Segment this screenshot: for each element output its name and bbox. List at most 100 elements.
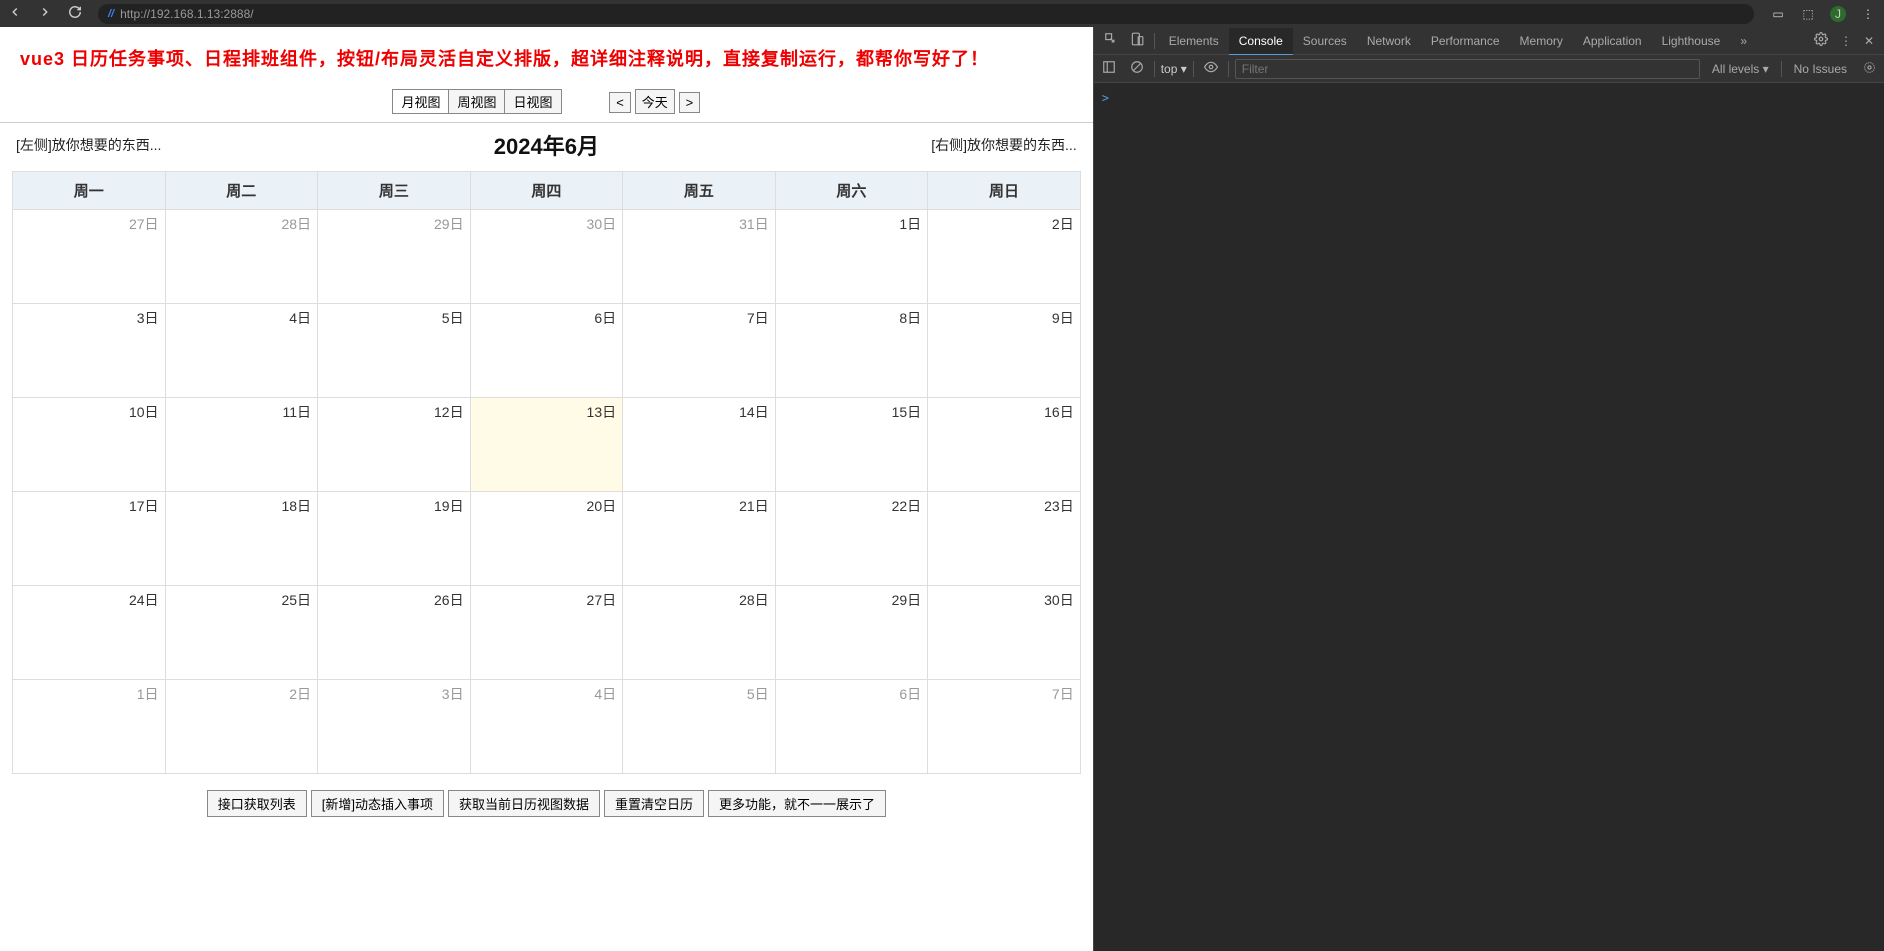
calendar-cell[interactable]: 14日 <box>623 398 776 492</box>
close-icon[interactable]: ✕ <box>1858 34 1880 48</box>
extensions-icon[interactable]: ⬚ <box>1800 6 1816 22</box>
calendar-cell[interactable]: 4日 <box>470 680 623 774</box>
day-number: 2日 <box>289 684 311 704</box>
action-button-2[interactable]: 获取当前日历视图数据 <box>448 790 600 817</box>
devtools-tab-network[interactable]: Network <box>1357 28 1421 54</box>
devtools-tab-console[interactable]: Console <box>1229 28 1293 56</box>
calendar-cell[interactable]: 6日 <box>775 680 928 774</box>
menu-icon[interactable]: ⋮ <box>1860 6 1876 22</box>
calendar-cell[interactable]: 27日 <box>13 210 166 304</box>
day-number: 1日 <box>899 214 921 234</box>
calendar-cell[interactable]: 20日 <box>470 492 623 586</box>
calendar-cell[interactable]: 28日 <box>165 210 318 304</box>
calendar-cell[interactable]: 30日 <box>470 210 623 304</box>
calendar-cell[interactable]: 15日 <box>775 398 928 492</box>
calendar-cell[interactable]: 3日 <box>318 680 471 774</box>
devtools-tab-sources[interactable]: Sources <box>1293 28 1357 54</box>
levels-dropdown[interactable]: All levels ▾ <box>1706 62 1775 76</box>
devtools-tabs: ElementsConsoleSourcesNetworkPerformance… <box>1094 27 1884 55</box>
calendar-cell[interactable]: 7日 <box>928 680 1081 774</box>
context-selector[interactable]: top ▾ <box>1161 62 1187 76</box>
calendar-cell[interactable]: 8日 <box>775 304 928 398</box>
day-number: 10日 <box>129 402 159 422</box>
view-tab-0[interactable]: 月视图 <box>392 89 449 114</box>
eye-icon[interactable] <box>1200 60 1222 77</box>
action-button-4[interactable]: 更多功能，就不一一展示了 <box>708 790 886 817</box>
calendar-cell[interactable]: 21日 <box>623 492 776 586</box>
calendar-cell[interactable]: 4日 <box>165 304 318 398</box>
view-tab-1[interactable]: 周视图 <box>449 89 505 114</box>
calendar-cell[interactable]: 24日 <box>13 586 166 680</box>
calendar-cell[interactable]: 25日 <box>165 586 318 680</box>
calendar-cell[interactable]: 11日 <box>165 398 318 492</box>
filter-input[interactable] <box>1235 59 1700 79</box>
action-button-0[interactable]: 接口获取列表 <box>207 790 307 817</box>
calendar-grid: 周一周二周三周四周五周六周日 27日28日29日30日31日1日2日3日4日5日… <box>12 171 1081 774</box>
calendar-cell[interactable]: 1日 <box>775 210 928 304</box>
nav-forward-icon[interactable] <box>38 5 52 22</box>
calendar-cell[interactable]: 29日 <box>775 586 928 680</box>
calendar-cell[interactable]: 27日 <box>470 586 623 680</box>
calendar-cell[interactable]: 19日 <box>318 492 471 586</box>
day-number: 22日 <box>892 496 922 516</box>
devtools-tab-performance[interactable]: Performance <box>1421 28 1510 54</box>
calendar-cell[interactable]: 18日 <box>165 492 318 586</box>
day-number: 16日 <box>1044 402 1074 422</box>
kebab-icon[interactable]: ⋮ <box>1834 34 1858 48</box>
calendar-cell[interactable]: 2日 <box>928 210 1081 304</box>
calendar-cell[interactable]: 31日 <box>623 210 776 304</box>
day-number: 29日 <box>892 590 922 610</box>
calendar-cell[interactable]: 28日 <box>623 586 776 680</box>
view-tab-2[interactable]: 日视图 <box>505 89 561 114</box>
console-settings-icon[interactable] <box>1859 61 1880 77</box>
day-number: 5日 <box>442 308 464 328</box>
weekday-header: 周五 <box>623 172 776 210</box>
day-number: 7日 <box>1052 684 1074 704</box>
devtools-more-tabs[interactable]: » <box>1730 28 1757 54</box>
settings-icon[interactable] <box>1808 32 1834 49</box>
calendar-cell[interactable]: 17日 <box>13 492 166 586</box>
calendar-cell[interactable]: 16日 <box>928 398 1081 492</box>
calendar-cell[interactable]: 13日 <box>470 398 623 492</box>
calendar-cell[interactable]: 30日 <box>928 586 1081 680</box>
cal-prev-button[interactable]: < <box>609 92 631 113</box>
cal-today-button[interactable]: 今天 <box>635 89 675 114</box>
day-number: 19日 <box>434 496 464 516</box>
calendar-cell[interactable]: 5日 <box>318 304 471 398</box>
cal-next-button[interactable]: > <box>679 92 701 113</box>
clear-console-icon[interactable] <box>1126 60 1148 77</box>
calendar-cell[interactable]: 26日 <box>318 586 471 680</box>
action-button-1[interactable]: [新增]动态插入事项 <box>311 790 444 817</box>
address-bar[interactable]: // http://192.168.1.13:2888/ <box>98 4 1754 24</box>
calendar-cell[interactable]: 22日 <box>775 492 928 586</box>
calendar-cell[interactable]: 2日 <box>165 680 318 774</box>
calendar-cell[interactable]: 1日 <box>13 680 166 774</box>
devtools-tab-memory[interactable]: Memory <box>1510 28 1573 54</box>
devtools-tab-elements[interactable]: Elements <box>1159 28 1229 54</box>
calendar-cell[interactable]: 10日 <box>13 398 166 492</box>
issues-button[interactable]: No Issues <box>1788 62 1853 76</box>
device-icon[interactable] <box>1124 32 1150 49</box>
reader-icon[interactable]: ▭ <box>1770 6 1786 22</box>
calendar-cell[interactable]: 5日 <box>623 680 776 774</box>
calendar-cell[interactable]: 29日 <box>318 210 471 304</box>
nav-back-icon[interactable] <box>8 5 22 22</box>
calendar-cell[interactable]: 23日 <box>928 492 1081 586</box>
sidebar-toggle-icon[interactable] <box>1098 60 1120 77</box>
calendar-cell[interactable]: 7日 <box>623 304 776 398</box>
inspect-icon[interactable] <box>1098 32 1124 49</box>
calendar-cell[interactable]: 6日 <box>470 304 623 398</box>
day-number: 23日 <box>1044 496 1074 516</box>
console-body[interactable]: > <box>1094 83 1884 951</box>
devtools-tab-application[interactable]: Application <box>1573 28 1652 54</box>
calendar-cell[interactable]: 9日 <box>928 304 1081 398</box>
profile-avatar[interactable]: J <box>1830 6 1846 22</box>
devtools-tab-lighthouse[interactable]: Lighthouse <box>1652 28 1731 54</box>
day-number: 27日 <box>129 214 159 234</box>
calendar-cell[interactable]: 12日 <box>318 398 471 492</box>
left-slot: [左侧]放你想要的东西... <box>16 135 494 155</box>
action-button-3[interactable]: 重置清空日历 <box>604 790 704 817</box>
reload-icon[interactable] <box>68 5 82 22</box>
calendar-cell[interactable]: 3日 <box>13 304 166 398</box>
day-number: 4日 <box>289 308 311 328</box>
